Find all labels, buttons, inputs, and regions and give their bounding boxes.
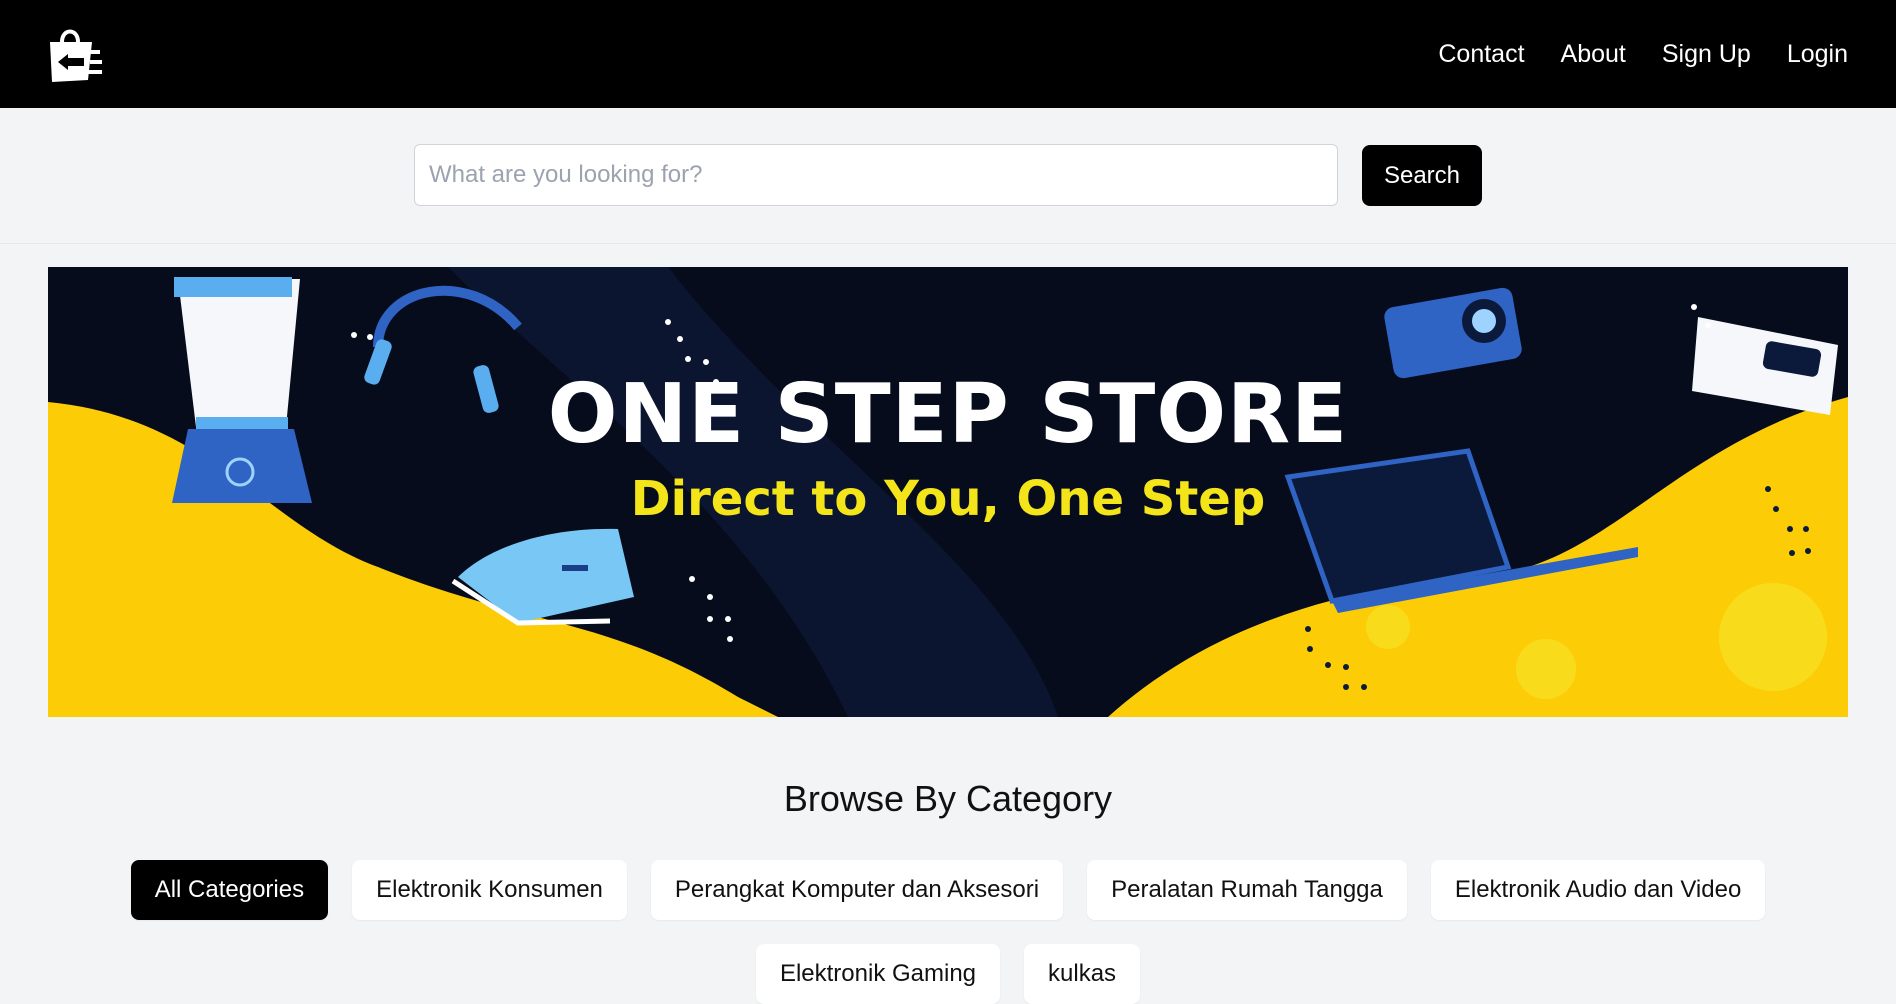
category-perangkat-komputer[interactable]: Perangkat Komputer dan Aksesori (650, 860, 1064, 920)
navbar: Contact About Sign Up Login (0, 0, 1896, 108)
section-title: Browse By Category (783, 778, 1113, 819)
nav-about-link[interactable]: About (1561, 40, 1626, 69)
category-row-1: All Categories Elektronik Konsumen Peran… (0, 860, 1896, 920)
category-peralatan-rumah-tangga[interactable]: Peralatan Rumah Tangga (1087, 860, 1407, 920)
category-elektronik-konsumen[interactable]: Elektronik Konsumen (352, 860, 627, 920)
category-all[interactable]: All Categories (130, 860, 329, 920)
hero-banner: ONE STEP STORE Direct to You, One Step (48, 267, 1848, 717)
nav-signup-link[interactable]: Sign Up (1662, 40, 1751, 69)
banner-title: ONE STEP STORE (547, 367, 1349, 462)
category-elektronik-gaming[interactable]: Elektronik Gaming (755, 944, 1001, 1004)
search-section: Search (0, 108, 1896, 244)
nav-contact-link[interactable]: Contact (1438, 40, 1524, 69)
nav-login-link[interactable]: Login (1787, 40, 1848, 69)
search-button[interactable]: Search (1362, 145, 1482, 206)
category-row-2: Elektronik Gaming kulkas (0, 944, 1896, 1004)
banner-subtitle: Direct to You, One Step (630, 471, 1266, 527)
shopping-bag-logo-icon[interactable] (44, 20, 112, 88)
category-audio-video[interactable]: Elektronik Audio dan Video (1430, 860, 1766, 920)
search-input[interactable] (414, 144, 1338, 206)
nav-links: Contact About Sign Up Login (1438, 0, 1848, 108)
category-kulkas[interactable]: kulkas (1024, 944, 1141, 1004)
camera-icon (1384, 287, 1522, 379)
